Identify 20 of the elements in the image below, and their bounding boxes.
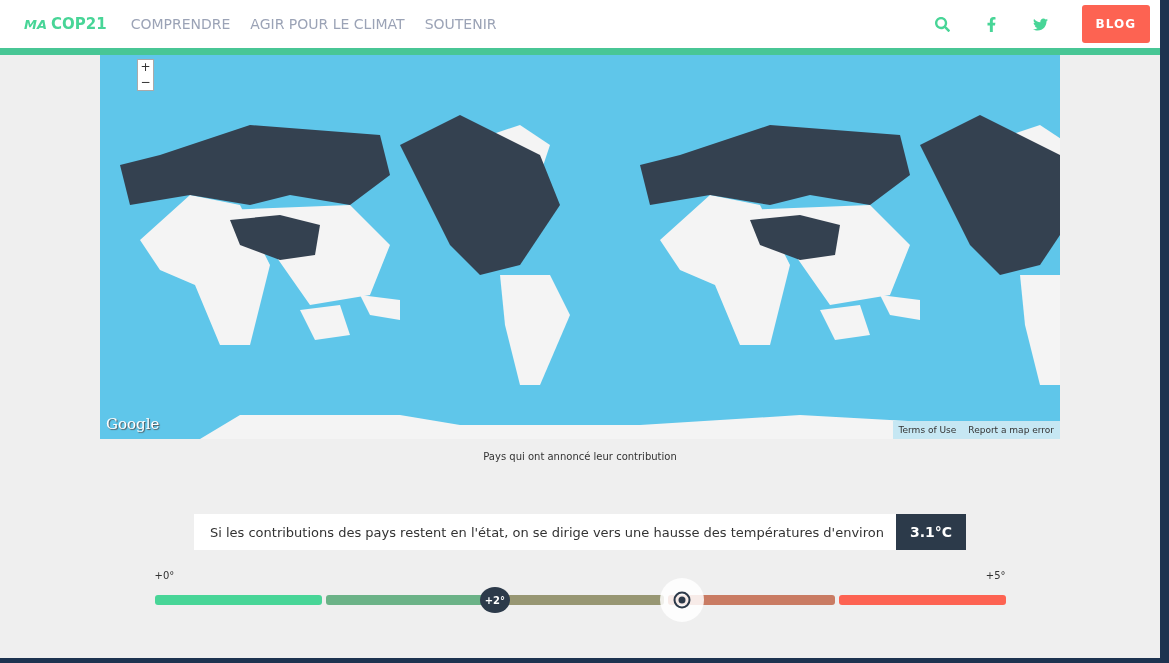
logo-name[interactable]: COP21 [51, 15, 107, 33]
scale-min-label: +0° [154, 570, 175, 581]
statement-text: Si les contributions des pays restent en l'état, on se dirige vers une hausse des températures d'environ [193, 514, 896, 550]
slider-thumb[interactable] [660, 578, 705, 622]
world-map[interactable]: + − Google Terms of Use Report a map error [100, 55, 1060, 439]
temperature-value: 3.1°C [896, 514, 967, 550]
nav-link[interactable]: SOUTENIR [424, 16, 497, 32]
map-link[interactable]: Report a map error [968, 425, 1054, 435]
map-link[interactable]: Terms of Use [898, 425, 957, 435]
nav-link[interactable]: COMPRENDRE [130, 16, 231, 32]
logo-prefix[interactable]: MA [24, 17, 47, 32]
map-provider-logo: Google [106, 415, 160, 433]
bird-icon[interactable] [1032, 16, 1048, 32]
map-caption: Pays qui ont annoncé leur contribution [483, 451, 677, 462]
scale-max-label: +5° [985, 570, 1006, 581]
target-icon [673, 591, 692, 609]
search-icon[interactable] [934, 16, 950, 32]
nav-link[interactable]: AGIR POUR LE CLIMAT [250, 16, 405, 32]
blog-button[interactable]: BLOG [1081, 5, 1150, 43]
target-marker: +2° [479, 587, 510, 613]
